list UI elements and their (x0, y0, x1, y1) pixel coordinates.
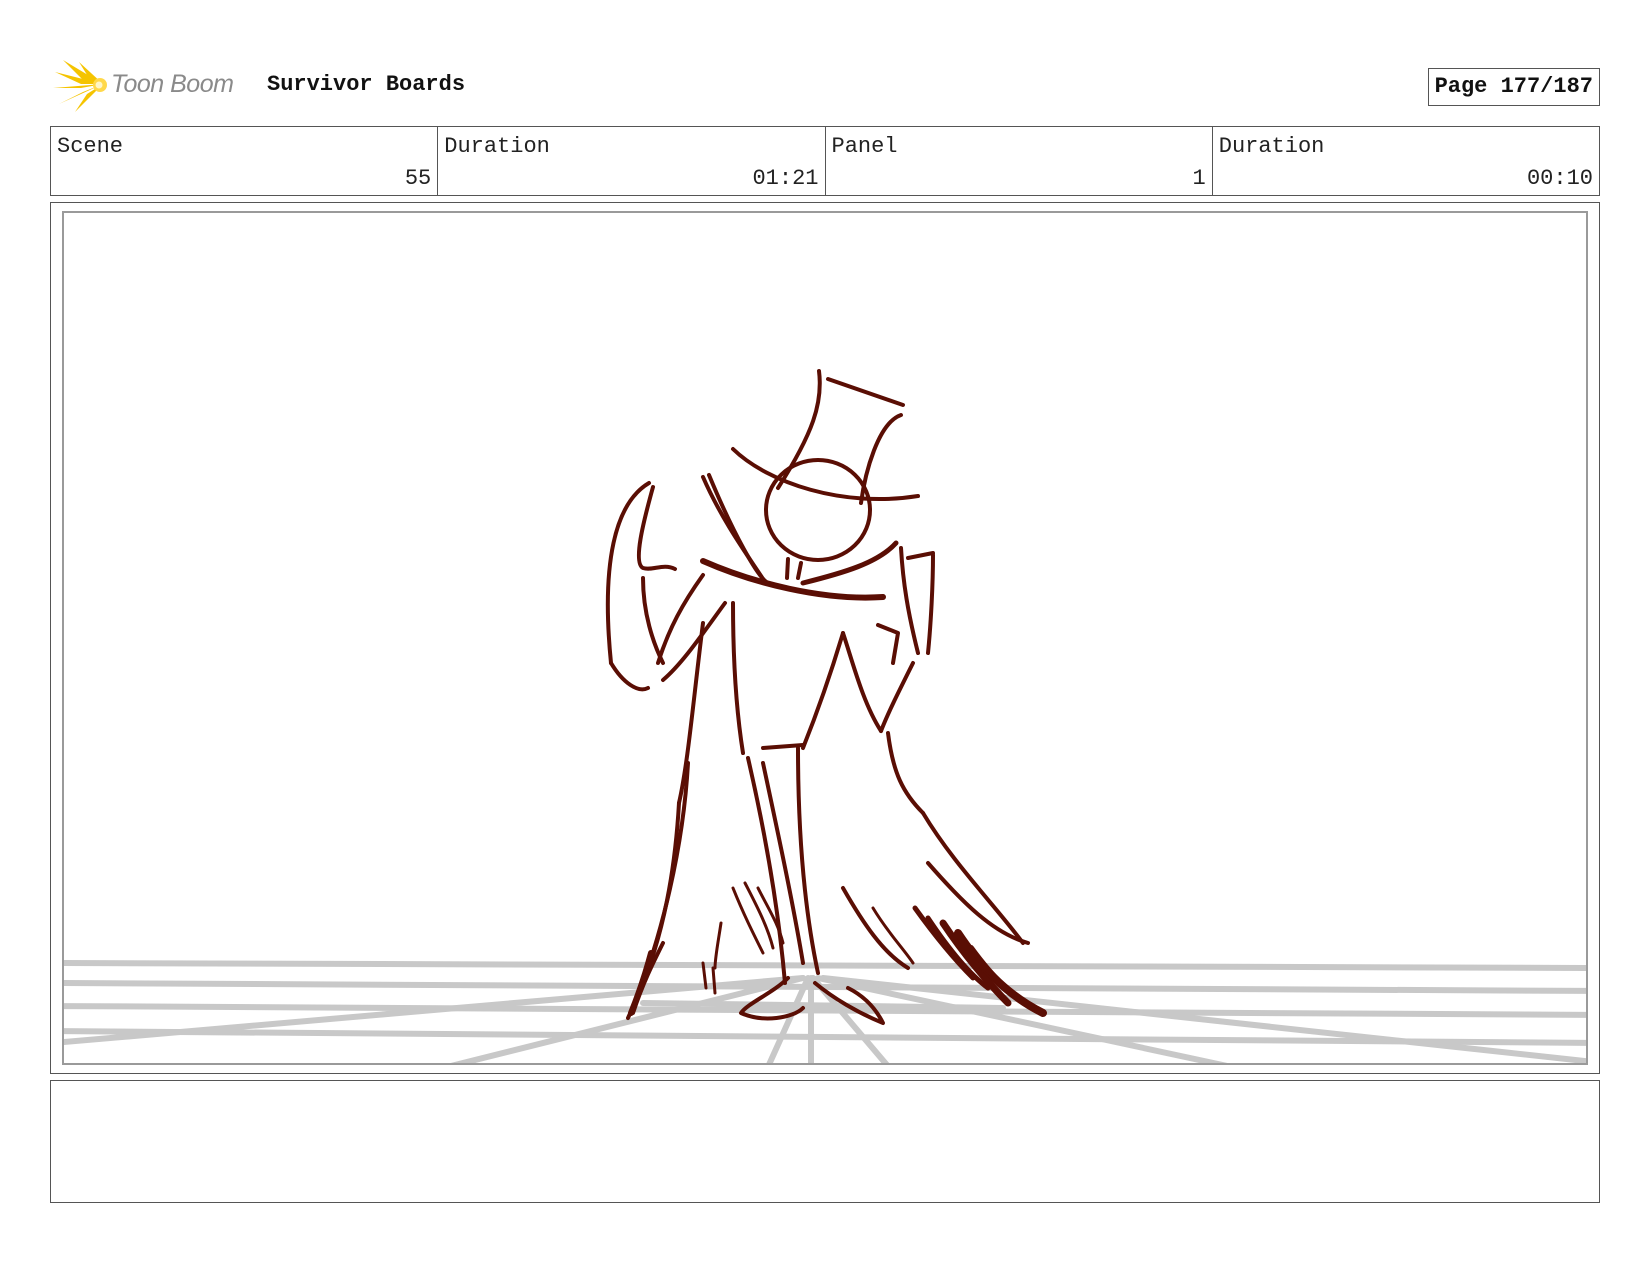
scene-duration-value: 01:21 (752, 166, 819, 191)
starburst-icon (53, 60, 107, 112)
sketch-drawing (64, 369, 1586, 1063)
scene-duration-cell: Duration 01:21 (438, 127, 826, 195)
scene-value: 55 (404, 166, 432, 191)
panel-value: 1 (1192, 166, 1206, 191)
storyboard-panel-frame (50, 202, 1600, 1074)
storyboard-panel-image (62, 211, 1588, 1065)
panel-label: Panel (831, 134, 898, 159)
project-title: Survivor Boards (267, 72, 466, 97)
panel-notes-box (50, 1080, 1600, 1203)
panel-cell: Panel 1 (826, 127, 1213, 195)
scene-cell: Scene 55 (51, 127, 439, 195)
scene-duration-label: Duration (444, 134, 550, 159)
panel-duration-label: Duration (1218, 134, 1325, 159)
scene-label: Scene (57, 134, 124, 159)
toon-boom-logo: Toon Boom (53, 58, 253, 114)
page-indicator: Page 177/187 (1427, 68, 1600, 106)
logo-text: Toon Boom (111, 70, 234, 98)
character-sketch (605, 369, 1047, 1025)
page-header: Toon Boom Survivor Boards Page 177/187 (50, 58, 1600, 114)
floor-guides (64, 960, 1586, 1063)
panel-duration-cell: Duration 00:10 (1213, 127, 1599, 195)
panel-duration-value: 00:10 (1526, 166, 1593, 191)
scene-info-table: Scene 55 Duration 01:21 Panel 1 Duration… (50, 126, 1600, 196)
